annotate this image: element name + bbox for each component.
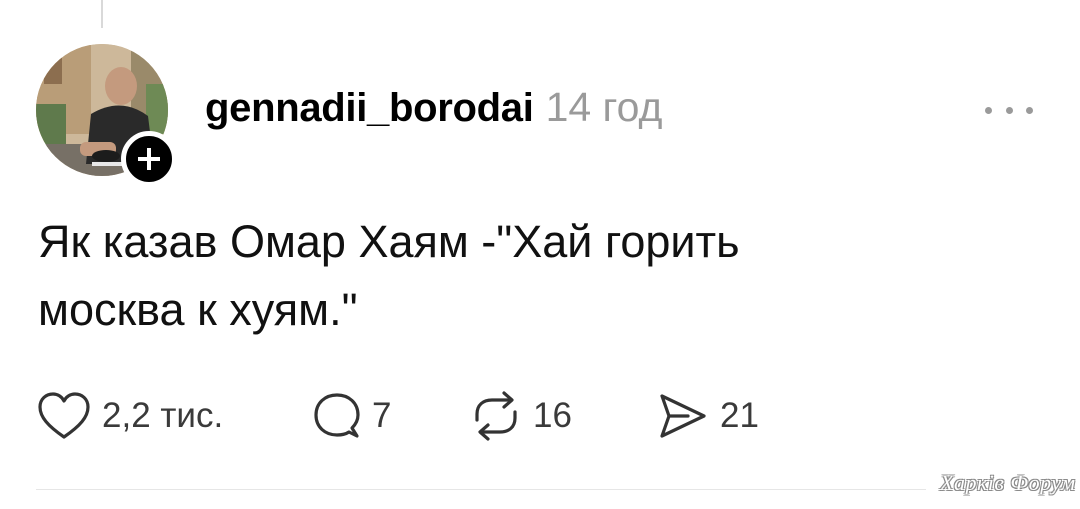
post-text-line: москва к хуям." [38,284,358,335]
comment-icon [312,390,362,442]
share-button[interactable]: 21 [656,390,759,442]
follow-button[interactable] [121,131,177,187]
comment-count: 7 [372,396,392,435]
post-time: 14 год [545,84,663,130]
post-actions: 2,2 тис. 7 16 21 [36,388,759,444]
post-text-line: Як казав Омар Хаям -"Хай горить [38,216,740,267]
repost-count: 16 [533,396,572,435]
repost-button[interactable]: 16 [469,390,656,442]
share-count: 21 [720,396,759,435]
like-button[interactable]: 2,2 тис. [36,390,312,442]
username[interactable]: gennadii_borodai [205,86,534,131]
heart-icon [36,390,92,442]
divider [36,489,926,490]
post-header: gennadii_borodai 14 год [205,84,662,144]
thread-line [101,0,103,28]
comment-button[interactable]: 7 [312,390,469,442]
share-icon [656,390,710,442]
post-body: Як казав Омар Хаям -"Хай горить москва к… [38,208,938,344]
more-options-button[interactable] [985,100,1033,120]
plus-icon [138,148,160,170]
watermark: Харків Форум [940,470,1076,495]
repost-icon [469,390,523,442]
like-count: 2,2 тис. [102,396,224,435]
more-horizontal-icon [985,106,992,114]
